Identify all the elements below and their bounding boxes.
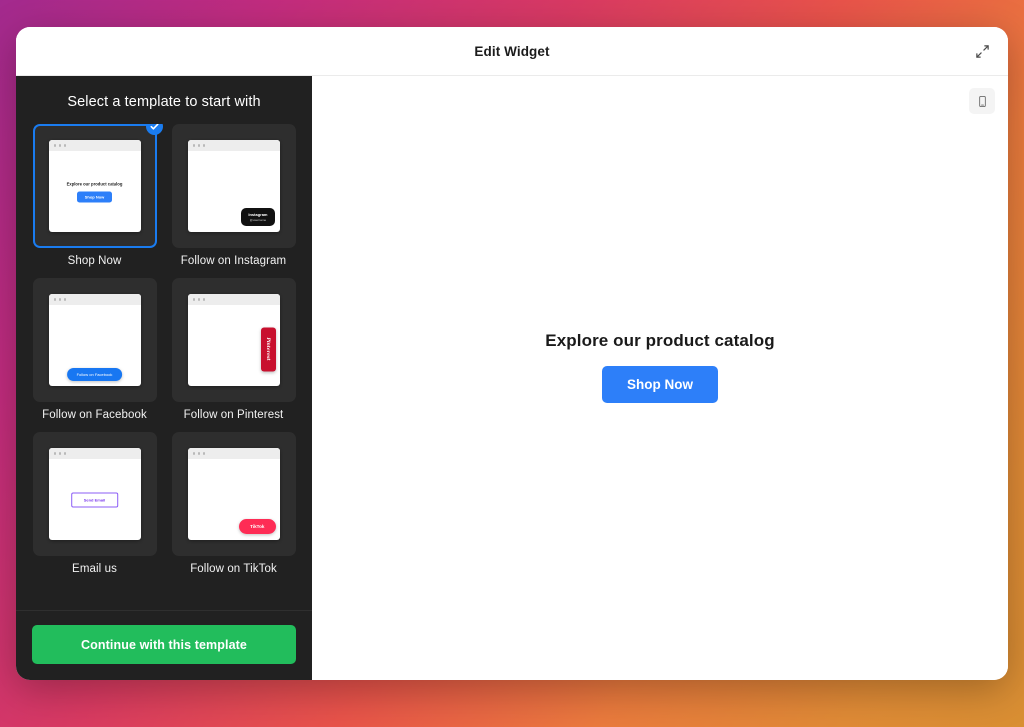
template-preview-mockup: TikTok bbox=[188, 448, 280, 540]
template-card[interactable]: Explore our product catalog Shop Now bbox=[33, 124, 157, 248]
template-label: Follow on TikTok bbox=[190, 563, 277, 575]
instagram-badge: Instagram @username bbox=[241, 208, 274, 226]
window-dot-icon bbox=[203, 298, 206, 301]
continue-with-template-button[interactable]: Continue with this template bbox=[32, 625, 296, 664]
template-item-email[interactable]: Send Email Email us bbox=[32, 432, 157, 575]
window-dot-icon bbox=[203, 144, 206, 147]
mockup-content: Instagram @username bbox=[188, 151, 280, 232]
template-item-instagram[interactable]: Instagram @username Follow on Instagram bbox=[171, 124, 296, 267]
edit-widget-modal: Edit Widget Select a template to start w… bbox=[16, 27, 1008, 680]
mockup-content: Pinterest bbox=[188, 305, 280, 386]
template-card[interactable]: Send Email bbox=[33, 432, 157, 556]
mockup-titlebar bbox=[49, 294, 141, 305]
check-circle-icon bbox=[146, 124, 163, 135]
window-dot-icon bbox=[64, 298, 67, 301]
window-dot-icon bbox=[54, 298, 57, 301]
template-preview-mockup: Send Email bbox=[49, 448, 141, 540]
template-preview-mockup: Follow on Facebook bbox=[49, 294, 141, 386]
template-preview-mockup: Explore our product catalog Shop Now bbox=[49, 140, 141, 232]
mockup-titlebar bbox=[49, 140, 141, 151]
mockup-content: Send Email bbox=[49, 459, 141, 540]
template-label: Follow on Facebook bbox=[42, 409, 147, 421]
window-dot-icon bbox=[59, 144, 62, 147]
template-item-pinterest[interactable]: Pinterest Follow on Pinterest bbox=[171, 278, 296, 421]
template-preview-mockup: Pinterest bbox=[188, 294, 280, 386]
mockup-heading: Explore our product catalog bbox=[67, 181, 123, 186]
template-card[interactable]: Pinterest bbox=[172, 278, 296, 402]
pinterest-side-tab: Pinterest bbox=[261, 327, 276, 371]
window-dot-icon bbox=[59, 452, 62, 455]
window-dot-icon bbox=[64, 452, 67, 455]
tiktok-pill-button: TikTok bbox=[239, 519, 275, 534]
mockup-content: TikTok bbox=[188, 459, 280, 540]
window-dot-icon bbox=[198, 452, 201, 455]
instagram-name: Instagram bbox=[248, 212, 267, 217]
template-card[interactable]: Follow on Facebook bbox=[33, 278, 157, 402]
mockup-button: Shop Now bbox=[77, 191, 113, 202]
window-dot-icon bbox=[193, 452, 196, 455]
template-sidebar: Select a template to start with bbox=[16, 76, 312, 680]
template-item-tiktok[interactable]: TikTok Follow on TikTok bbox=[171, 432, 296, 575]
template-preview-mockup: Instagram @username bbox=[188, 140, 280, 232]
window-dot-icon bbox=[203, 452, 206, 455]
widget-preview-pane: Explore our product catalog Shop Now bbox=[312, 76, 1008, 680]
window-dot-icon bbox=[59, 298, 62, 301]
template-label: Follow on Instagram bbox=[181, 255, 286, 267]
template-label: Email us bbox=[72, 563, 117, 575]
window-dot-icon bbox=[64, 144, 67, 147]
modal-body: Select a template to start with bbox=[16, 76, 1008, 680]
template-card[interactable]: TikTok bbox=[172, 432, 296, 556]
template-scroll-area[interactable]: Explore our product catalog Shop Now Sho… bbox=[16, 124, 312, 610]
mockup-titlebar bbox=[49, 448, 141, 459]
window-dot-icon bbox=[198, 144, 201, 147]
modal-header: Edit Widget bbox=[16, 27, 1008, 76]
shop-now-button[interactable]: Shop Now bbox=[602, 366, 718, 403]
template-item-shop-now[interactable]: Explore our product catalog Shop Now Sho… bbox=[32, 124, 157, 267]
sidebar-footer: Continue with this template bbox=[16, 610, 312, 680]
expand-icon[interactable] bbox=[968, 37, 996, 65]
window-dot-icon bbox=[193, 298, 196, 301]
mockup-center-stack: Explore our product catalog Shop Now bbox=[49, 181, 141, 202]
template-label: Shop Now bbox=[68, 255, 122, 267]
pinterest-label: Pinterest bbox=[266, 337, 271, 360]
sidebar-heading: Select a template to start with bbox=[16, 76, 312, 124]
mockup-content: Follow on Facebook bbox=[49, 305, 141, 386]
send-email-button: Send Email bbox=[71, 492, 119, 507]
page-title: Edit Widget bbox=[474, 44, 549, 59]
facebook-pill-button: Follow on Facebook bbox=[67, 368, 123, 381]
template-grid: Explore our product catalog Shop Now Sho… bbox=[32, 124, 296, 575]
window-dot-icon bbox=[193, 144, 196, 147]
window-dot-icon bbox=[54, 452, 57, 455]
template-item-facebook[interactable]: Follow on Facebook Follow on Facebook bbox=[32, 278, 157, 421]
preview-content: Explore our product catalog Shop Now bbox=[545, 331, 774, 403]
preview-heading: Explore our product catalog bbox=[545, 331, 774, 351]
window-dot-icon bbox=[198, 298, 201, 301]
mockup-titlebar bbox=[188, 140, 280, 151]
mockup-content: Explore our product catalog Shop Now bbox=[49, 151, 141, 232]
template-label: Follow on Pinterest bbox=[184, 409, 284, 421]
window-dot-icon bbox=[54, 144, 57, 147]
mockup-titlebar bbox=[188, 448, 280, 459]
mobile-device-icon[interactable] bbox=[969, 88, 995, 114]
instagram-handle: @username bbox=[250, 218, 266, 222]
mockup-titlebar bbox=[188, 294, 280, 305]
template-card[interactable]: Instagram @username bbox=[172, 124, 296, 248]
